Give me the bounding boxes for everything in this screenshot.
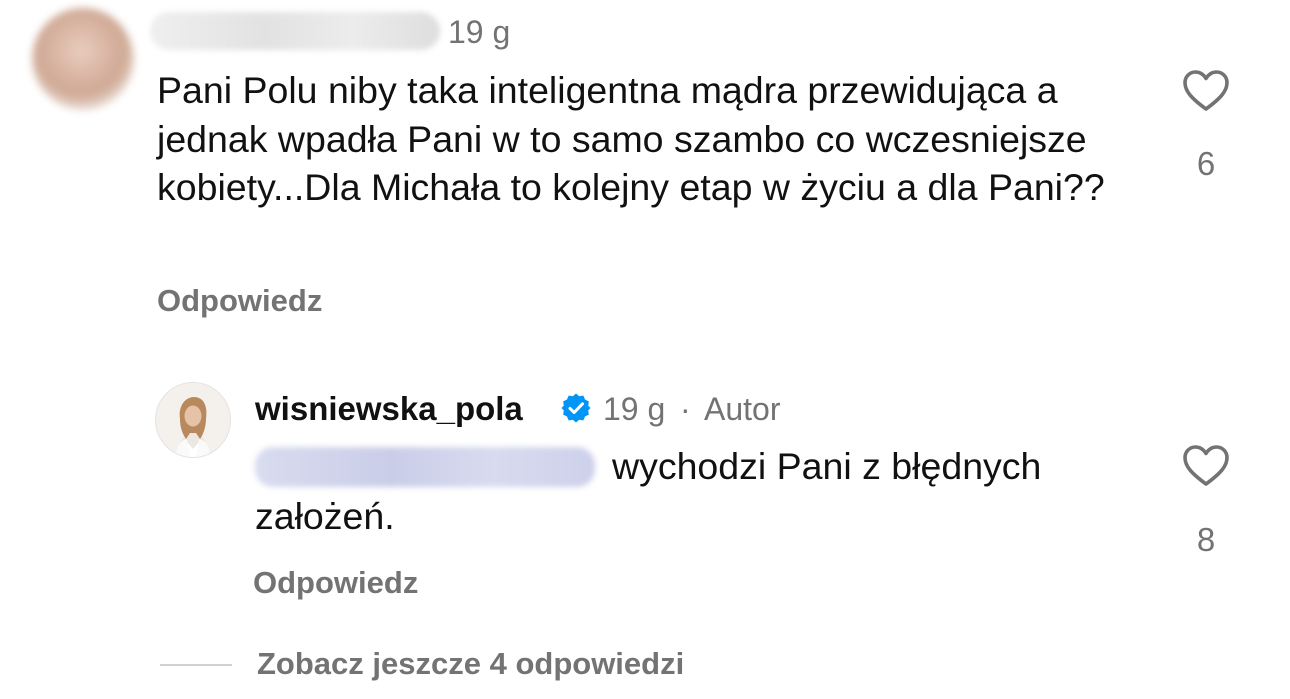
reply-text-line-2: założeń. — [255, 495, 395, 537]
reply-text-line-1: wychodzi Pani z błędnych — [612, 445, 1042, 487]
like-count: 8 — [1196, 521, 1216, 558]
separator-dot: · — [680, 391, 691, 427]
mention-redacted[interactable] — [255, 447, 595, 487]
commenter-username-redacted[interactable] — [150, 12, 440, 50]
reply-timestamp: 19 g — [603, 391, 666, 427]
author-label: Autor — [704, 391, 781, 427]
replies-divider — [160, 664, 232, 666]
heart-icon[interactable] — [1182, 69, 1230, 113]
view-more-replies-button[interactable]: Zobacz jeszcze 4 odpowiedzi — [257, 646, 684, 682]
portrait-image — [156, 383, 230, 457]
reply-button[interactable]: Odpowiedz — [253, 565, 418, 601]
reply-button[interactable]: Odpowiedz — [157, 283, 322, 319]
author-avatar[interactable] — [155, 382, 231, 458]
verified-badge-icon — [561, 393, 591, 423]
comments-thread: 19 g Pani Polu niby taka inteligentna mą… — [0, 0, 1290, 699]
comment-timestamp: 19 g — [448, 14, 511, 50]
commenter-avatar[interactable] — [32, 8, 134, 110]
heart-icon[interactable] — [1182, 444, 1230, 488]
comment-text: Pani Polu niby taka inteligentna mądra p… — [157, 69, 1105, 208]
reply-author-username[interactable]: wisniewska_pola — [255, 390, 523, 428]
like-count: 6 — [1196, 145, 1216, 182]
